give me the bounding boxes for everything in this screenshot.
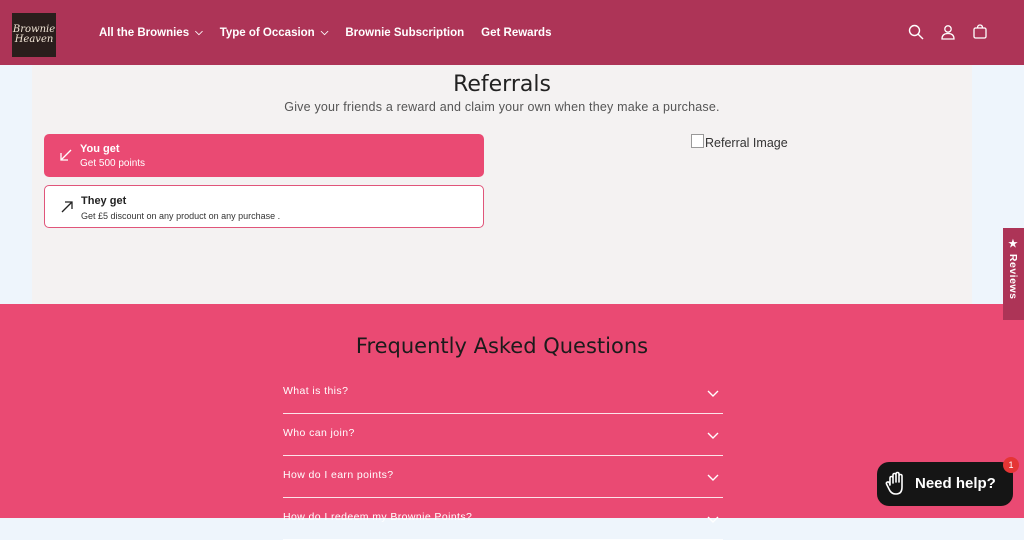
page-title: Referrals: [453, 72, 551, 97]
you-get-card: You get Get 500 points: [44, 134, 484, 177]
account-icon[interactable]: [938, 22, 958, 42]
faq-question: What is this?: [283, 385, 349, 397]
chevron-down-icon: [707, 384, 719, 403]
arrow-up-right-icon: [59, 199, 75, 215]
they-get-title: They get: [81, 195, 127, 207]
reviews-tab[interactable]: ★ Reviews: [1003, 228, 1024, 320]
chevron-down-icon: [707, 468, 719, 487]
chevron-down-icon: ⌵: [320, 27, 329, 38]
chevron-down-icon: ⌵: [195, 27, 203, 38]
faq-item[interactable]: What is this?: [283, 372, 723, 414]
nav-label: Type of Occasion: [219, 26, 315, 39]
search-icon[interactable]: [906, 22, 926, 42]
faq-question: Who can join?: [283, 427, 355, 439]
nav-label: Get Rewards: [481, 26, 552, 39]
reviews-tab-label: ★ Reviews: [1007, 238, 1019, 300]
need-help-button[interactable]: Need help?: [877, 462, 1013, 506]
notification-badge: 1: [1003, 457, 1019, 473]
main-nav: All the Brownies ⌵ Type of Occasion ⌵ Br…: [99, 0, 568, 65]
referral-image: Referral Image: [691, 134, 788, 150]
chevron-down-icon: [707, 510, 719, 529]
chevron-down-icon: [707, 426, 719, 445]
nav-item-type-of-occasion[interactable]: Type of Occasion ⌵: [220, 27, 329, 39]
they-get-desc: Get £5 discount on any product on any pu…: [81, 211, 281, 221]
cart-icon[interactable]: [970, 22, 990, 42]
faq-item[interactable]: Who can join?: [283, 414, 723, 456]
faq-title: Frequently Asked Questions: [355, 334, 649, 358]
site-header: Brownie Heaven All the Brownies ⌵ Type o…: [0, 0, 1024, 65]
nav-item-brownie-subscription[interactable]: Brownie Subscription: [345, 27, 464, 39]
page-subtitle: Give your friends a reward and claim you…: [284, 100, 720, 114]
faq-item[interactable]: How do I earn points?: [283, 456, 723, 498]
broken-image-icon: [691, 134, 704, 148]
faq-question: How do I redeem my Brownie Points?: [283, 511, 473, 523]
nav-label: All the Brownies: [99, 26, 190, 39]
they-get-card: They get Get £5 discount on any product …: [44, 185, 484, 228]
nav-item-get-rewards[interactable]: Get Rewards: [481, 27, 551, 39]
faq-question: How do I earn points?: [283, 469, 394, 481]
you-get-title: You get: [80, 143, 120, 155]
arrow-down-left-icon: [58, 147, 74, 163]
nav-item-all-brownies[interactable]: All the Brownies ⌵: [99, 27, 203, 39]
brand-logo[interactable]: Brownie Heaven: [12, 13, 56, 57]
faq-item[interactable]: How do I redeem my Brownie Points?: [283, 498, 723, 540]
referral-image-alt: Referral Image: [705, 136, 788, 150]
logo-line-2: Heaven: [14, 34, 54, 45]
you-get-desc: Get 500 points: [80, 158, 146, 169]
waving-hand-icon: [885, 471, 909, 501]
header-icons: [906, 22, 990, 42]
need-help-label: Need help?: [915, 475, 996, 492]
nav-label: Brownie Subscription: [345, 26, 465, 39]
